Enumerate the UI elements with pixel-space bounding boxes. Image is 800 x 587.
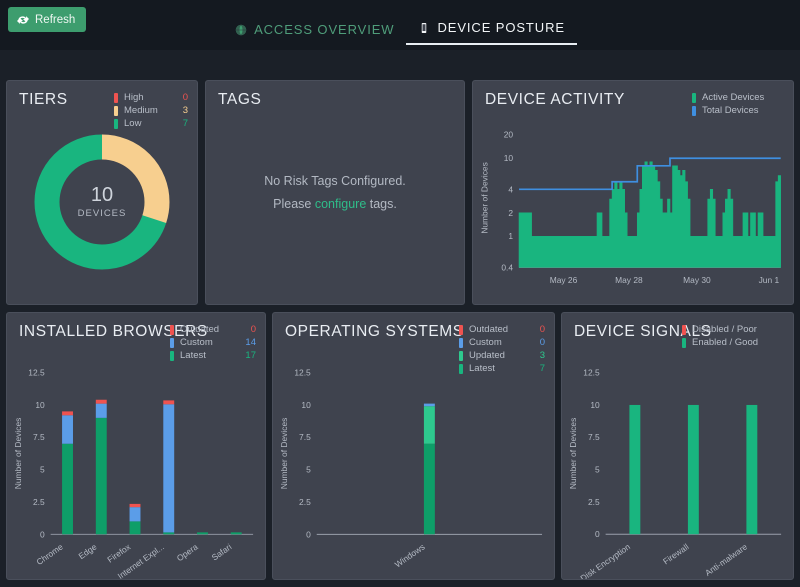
legend-swatch-medium [114, 105, 118, 116]
svg-text:Jun 1: Jun 1 [759, 275, 780, 285]
installed-browsers-chart: 0 2.5 5 7.5 10 12.5 Number of Devices Chrome Edg… [13, 368, 254, 579]
svg-text:1: 1 [508, 231, 513, 241]
svg-text:Chrome: Chrome [34, 541, 65, 567]
legend-label: Medium [124, 105, 158, 116]
tab-access-overview[interactable]: ACCESS OVERVIEW [223, 22, 406, 45]
donut-center-label: DEVICES [77, 208, 127, 219]
tags-empty-prefix: Please [273, 197, 315, 211]
svg-text:0: 0 [40, 529, 45, 539]
svg-text:2: 2 [508, 208, 513, 218]
svg-text:Opera: Opera [175, 541, 200, 563]
tiers-donut-chart: 10 DEVICES [7, 127, 197, 297]
svg-text:May 28: May 28 [615, 275, 643, 285]
tab-label: ACCESS OVERVIEW [254, 22, 395, 37]
svg-text:2.5: 2.5 [33, 497, 45, 507]
device-activity-chart: 0.4 1 2 4 10 20 Number of Devices May 26 May 28 M… [479, 130, 781, 285]
svg-text:Number of Devices: Number of Devices [479, 162, 489, 233]
svg-text:0: 0 [306, 529, 311, 539]
panel-title-tiers: TIERS [19, 91, 68, 108]
panel-device-activity: DEVICE ACTIVITY Active Devices Total Dev… [472, 80, 794, 305]
svg-text:Edge: Edge [77, 541, 99, 561]
legend-swatch-high [114, 92, 118, 103]
svg-text:10: 10 [504, 153, 514, 163]
svg-text:10: 10 [35, 400, 45, 410]
legend-value: 3 [182, 105, 188, 116]
svg-text:5: 5 [595, 465, 600, 475]
tags-empty-state: No Risk Tags Configured. Please configur… [206, 81, 464, 304]
panel-operating-systems: OPERATING SYSTEMS Outdated 0 Custom 0 Up… [272, 312, 555, 580]
panel-tags: TAGS No Risk Tags Configured. Please con… [205, 80, 465, 305]
svg-text:20: 20 [504, 130, 514, 140]
svg-text:12.5: 12.5 [583, 368, 600, 378]
legend-label: High [124, 92, 144, 103]
device-icon [418, 22, 430, 34]
globe-icon [235, 24, 247, 36]
svg-text:10: 10 [590, 400, 600, 410]
svg-text:2.5: 2.5 [588, 497, 600, 507]
svg-text:5: 5 [40, 465, 45, 475]
tab-label: DEVICE POSTURE [437, 20, 565, 35]
svg-text:0: 0 [595, 529, 600, 539]
legend-tiers: High 0 Medium 3 Low 7 [114, 91, 188, 130]
svg-text:10: 10 [301, 400, 311, 410]
svg-text:Anti-malware: Anti-malware [703, 541, 749, 578]
svg-text:Safari: Safari [210, 542, 234, 563]
panel-tiers: TIERS High 0 Medium 3 Low 7 10 DEVICES [6, 80, 198, 305]
operating-systems-chart: 0 2.5 5 7.5 10 12.5 Number of Devices Windows [279, 368, 543, 570]
dashboard-grid: TIERS High 0 Medium 3 Low 7 10 DEVICES T… [0, 50, 800, 587]
tab-device-posture[interactable]: DEVICE POSTURE [406, 20, 577, 45]
panel-device-signals: DEVICE SIGNALS Disabled / Poor Enabled /… [561, 312, 794, 580]
configure-tags-link[interactable]: configure [315, 197, 366, 211]
svg-text:May 26: May 26 [550, 275, 578, 285]
tags-empty-line2: Please configure tags. [273, 197, 397, 211]
svg-text:May 30: May 30 [683, 275, 711, 285]
legend-value: 0 [182, 92, 188, 103]
svg-text:4: 4 [508, 184, 513, 194]
donut-center-value: 10 [90, 184, 114, 206]
svg-text:7.5: 7.5 [588, 432, 600, 442]
svg-text:0.4: 0.4 [501, 262, 513, 272]
svg-text:Firewall: Firewall [661, 541, 691, 566]
tags-empty-suffix: tags. [366, 197, 397, 211]
svg-text:Number of Devices: Number of Devices [568, 418, 578, 489]
svg-text:7.5: 7.5 [33, 432, 45, 442]
tags-empty-line1: No Risk Tags Configured. [264, 174, 406, 188]
tab-bar: ACCESS OVERVIEW DEVICE POSTURE [0, 20, 800, 45]
svg-text:12.5: 12.5 [294, 368, 311, 378]
legend-item: Medium 3 [114, 104, 188, 117]
device-signals-chart: 0 2.5 5 7.5 10 12.5 Number of Devices Disk Encr… [568, 368, 782, 579]
svg-text:Firefox: Firefox [105, 541, 132, 564]
donut-center: 10 DEVICES [27, 127, 177, 277]
svg-text:2.5: 2.5 [299, 497, 311, 507]
top-bar: Refresh ACCESS OVERVIEW DEVICE POSTURE [0, 0, 800, 50]
svg-text:Number of Devices: Number of Devices [279, 418, 289, 490]
svg-text:5: 5 [306, 465, 311, 475]
svg-text:12.5: 12.5 [28, 368, 45, 378]
svg-text:Windows: Windows [393, 542, 427, 570]
svg-text:Number of Devices: Number of Devices [13, 418, 23, 490]
panel-installed-browsers: INSTALLED BROWSERS Outdated 0 Custom 14 … [6, 312, 266, 580]
legend-item: High 0 [114, 91, 188, 104]
svg-text:7.5: 7.5 [299, 432, 311, 442]
svg-text:Disk Encryption: Disk Encryption [578, 541, 632, 579]
